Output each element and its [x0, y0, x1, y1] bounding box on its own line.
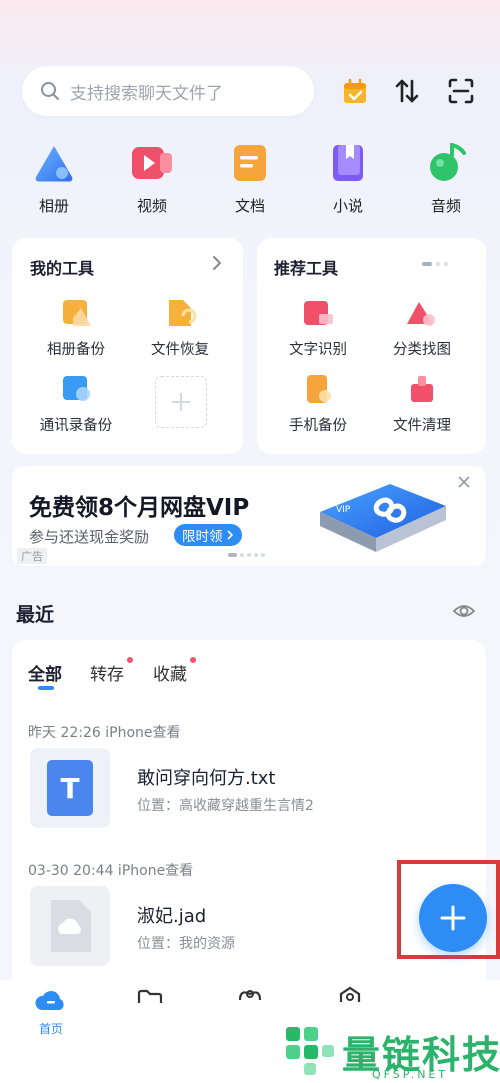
- profile-icon: [339, 986, 361, 1002]
- tool-file-clean[interactable]: 文件清理: [372, 374, 472, 435]
- ad-page-indicator: [228, 553, 265, 557]
- nav-home[interactable]: 首页: [24, 986, 78, 1037]
- plus-icon: [172, 393, 190, 411]
- contacts-backup-icon: [59, 374, 93, 404]
- category-label: 音频: [430, 197, 461, 215]
- tool-label: 通讯录备份: [39, 418, 113, 434]
- category-document[interactable]: 文档: [219, 143, 281, 216]
- phone-backup-icon: [301, 374, 335, 404]
- recommended-tools-card: 推荐工具 文字识别 分类找图 手机备份 文件清理: [257, 238, 486, 454]
- ocr-icon: [301, 298, 335, 328]
- ad-tag: 广告: [17, 548, 47, 564]
- txt-file-icon: T: [30, 748, 110, 828]
- tab-transfer[interactable]: 转存: [90, 660, 124, 685]
- storage-device-image: VIP: [312, 472, 452, 566]
- add-tool-button[interactable]: [155, 376, 207, 428]
- tool-label: 文件恢复: [151, 342, 209, 358]
- search-bar[interactable]: 支持搜索聊天文件了: [22, 66, 314, 116]
- tool-ocr[interactable]: 文字识别: [268, 298, 368, 359]
- nav-profile[interactable]: [337, 986, 363, 1006]
- audio-icon: [424, 142, 468, 183]
- ad-banner[interactable]: 免费领8个月网盘VIP 参与还送现金奖励 限时领 广告 VIP: [12, 466, 486, 566]
- ad-title: 免费领8个月网盘VIP: [29, 495, 250, 521]
- close-ad-button[interactable]: [456, 474, 472, 494]
- tool-phone-backup[interactable]: 手机备份: [268, 374, 368, 435]
- file-row[interactable]: T 敢问穿向何方.txt 位置：高收藏穿越重生言情2: [28, 748, 478, 828]
- file-time: 03-30 20:44 iPhone查看: [28, 863, 194, 879]
- home-cloud-icon: [35, 991, 64, 1010]
- tool-photo-search[interactable]: 分类找图: [372, 298, 472, 359]
- video-icon: [130, 143, 174, 183]
- nav-share[interactable]: [237, 986, 263, 1006]
- ad-subtitle: 参与还送现金奖励: [29, 528, 150, 546]
- tool-label: 文字识别: [289, 342, 347, 358]
- category-label: 文档: [234, 197, 265, 215]
- category-label: 相册: [38, 197, 69, 215]
- file-recovery-icon: [163, 298, 197, 328]
- ad-cta-label: 限时领: [182, 529, 223, 545]
- file-name: 淑妃.jad: [137, 906, 207, 927]
- tool-file-recovery[interactable]: 文件恢复: [130, 298, 230, 359]
- active-tab-indicator: [38, 686, 54, 690]
- album-backup-icon: [59, 298, 93, 328]
- category-label: 视频: [136, 197, 167, 215]
- files-icon: [137, 989, 163, 1003]
- tool-label: 分类找图: [393, 342, 451, 358]
- tab-badge: [190, 657, 196, 663]
- photo-search-icon: [405, 298, 439, 328]
- tool-label: 手机备份: [289, 418, 347, 434]
- search-input[interactable]: 支持搜索聊天文件了: [70, 79, 223, 104]
- category-label: 小说: [332, 197, 363, 215]
- file-location: 位置：我的资源: [137, 936, 235, 952]
- watermark-sub: QFSP.NET: [372, 1068, 449, 1081]
- ad-cta-button[interactable]: 限时领: [174, 524, 242, 546]
- tab-all[interactable]: 全部: [28, 660, 62, 685]
- tool-label: 文件清理: [393, 418, 451, 434]
- tool-contacts-backup[interactable]: 通讯录备份: [26, 374, 126, 435]
- file-time: 昨天 22:26 iPhone查看: [28, 725, 181, 741]
- scan-icon[interactable]: [444, 74, 478, 108]
- share-icon: [238, 990, 262, 1001]
- search-icon: [41, 82, 59, 100]
- my-tools-title: 我的工具: [30, 259, 95, 278]
- file-location: 位置：高收藏穿越重生言情2: [137, 798, 314, 814]
- file-name: 敢问穿向何方.txt: [137, 768, 276, 789]
- device-label: VIP: [336, 505, 351, 515]
- category-novel[interactable]: 小说: [317, 143, 379, 216]
- tab-favorites[interactable]: 收藏: [153, 660, 187, 685]
- recommended-tools-title: 推荐工具: [274, 259, 339, 278]
- page-indicator: [422, 262, 448, 266]
- album-icon: [32, 143, 76, 183]
- novel-icon: [326, 143, 370, 183]
- category-video[interactable]: 视频: [121, 143, 183, 216]
- calendar-check-icon[interactable]: [338, 74, 372, 108]
- chevron-right-icon: [226, 530, 233, 540]
- eye-icon[interactable]: [452, 601, 476, 625]
- document-icon: [228, 143, 272, 183]
- cloud-file-icon: [30, 886, 110, 966]
- nav-files[interactable]: [137, 988, 163, 1007]
- tool-label: 相册备份: [47, 342, 105, 358]
- transfer-icon[interactable]: [390, 74, 424, 108]
- watermark-logo: [282, 1023, 338, 1083]
- tab-badge: [127, 657, 133, 663]
- category-audio[interactable]: 音频: [415, 142, 477, 216]
- plus-icon: [440, 905, 466, 931]
- tool-album-backup[interactable]: 相册备份: [26, 298, 126, 359]
- nav-label: 首页: [38, 1022, 63, 1036]
- my-tools-card: 我的工具 相册备份 文件恢复 通讯录备份: [12, 238, 243, 454]
- close-icon: [458, 476, 470, 488]
- category-album[interactable]: 相册: [23, 143, 85, 216]
- add-button[interactable]: [419, 884, 487, 952]
- recent-title: 最近: [16, 604, 55, 626]
- chevron-right-icon[interactable]: [211, 255, 223, 275]
- file-clean-icon: [405, 374, 439, 404]
